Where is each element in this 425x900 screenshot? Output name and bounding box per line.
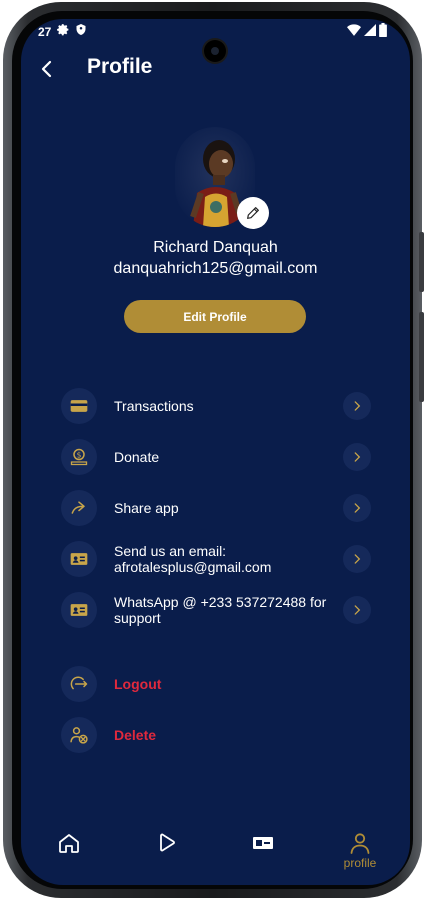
logout-button[interactable]: Logout <box>61 662 371 706</box>
logout-icon <box>70 676 88 690</box>
shield-icon <box>76 24 86 35</box>
delete-account-button[interactable]: Delete <box>61 713 371 757</box>
donate-icon: $ <box>70 448 88 466</box>
edit-avatar-button[interactable] <box>237 197 269 229</box>
menu-icon-wrap <box>61 541 97 577</box>
bottom-nav: profile <box>21 823 410 885</box>
play-icon <box>160 833 175 852</box>
user-email: danquahrich125@gmail.com <box>113 260 318 277</box>
app-screen: 27 Profile Richard Danquah danquahrich12… <box>21 19 410 885</box>
menu-item-whatsapp[interactable]: WhatsApp @ +233 537272488 for support <box>61 588 371 632</box>
power-button <box>419 312 424 402</box>
nav-home[interactable] <box>39 831 99 875</box>
user-name: Richard Danquah <box>153 239 278 256</box>
nav-profile-label: profile <box>343 856 377 870</box>
menu-icon-wrap <box>61 388 97 424</box>
home-icon <box>59 834 79 853</box>
volume-button <box>419 232 424 292</box>
gear-icon <box>57 24 69 36</box>
menu-label: WhatsApp @ +233 537272488 for support <box>114 594 327 626</box>
profile-icon <box>350 833 370 854</box>
menu-label: Share app <box>114 500 179 516</box>
menu-label: Send us an email: afrotalesplus@gmail.co… <box>114 543 272 575</box>
ticket-icon <box>253 837 273 849</box>
chevron-right-icon <box>343 443 371 471</box>
delete-user-icon <box>70 727 88 744</box>
chevron-left-icon <box>41 60 52 78</box>
back-button[interactable] <box>35 57 59 81</box>
menu-item-share-app[interactable]: Share app <box>61 486 371 530</box>
delete-label: Delete <box>114 727 157 743</box>
nav-ticket[interactable] <box>233 831 293 875</box>
nav-play[interactable] <box>136 831 196 875</box>
chevron-right-icon <box>343 596 371 624</box>
logout-label: Logout <box>114 676 162 692</box>
menu-label: Donate <box>114 449 160 465</box>
pencil-icon <box>247 207 259 219</box>
edit-profile-button[interactable]: Edit Profile <box>124 300 306 333</box>
menu-item-email[interactable]: Send us an email: afrotalesplus@gmail.co… <box>61 537 371 581</box>
menu-icon-wrap <box>61 666 97 702</box>
menu-icon-wrap <box>61 592 97 628</box>
signal-icon <box>364 24 376 36</box>
credit-card-icon <box>70 400 88 412</box>
menu-icon-wrap <box>61 490 97 526</box>
battery-icon <box>379 23 387 37</box>
share-icon <box>71 501 85 514</box>
chevron-right-icon <box>343 494 371 522</box>
phone-frame: 27 Profile Richard Danquah danquahrich12… <box>3 2 424 898</box>
svg-text:$: $ <box>77 450 82 459</box>
menu-icon-wrap <box>61 717 97 753</box>
menu-icon-wrap: $ <box>61 439 97 475</box>
wifi-icon <box>347 24 361 36</box>
page-title: Profile <box>87 55 153 78</box>
menu-label: Transactions <box>114 398 194 414</box>
status-time: 27 <box>38 25 52 39</box>
menu-item-donate[interactable]: $ Donate <box>61 435 371 479</box>
contact-card-icon <box>70 604 88 616</box>
front-camera <box>204 40 226 62</box>
chevron-right-icon <box>343 392 371 420</box>
contact-card-icon <box>70 553 88 565</box>
chevron-right-icon <box>343 545 371 573</box>
menu-item-transactions[interactable]: Transactions <box>61 384 371 428</box>
nav-profile[interactable]: profile <box>330 831 390 875</box>
